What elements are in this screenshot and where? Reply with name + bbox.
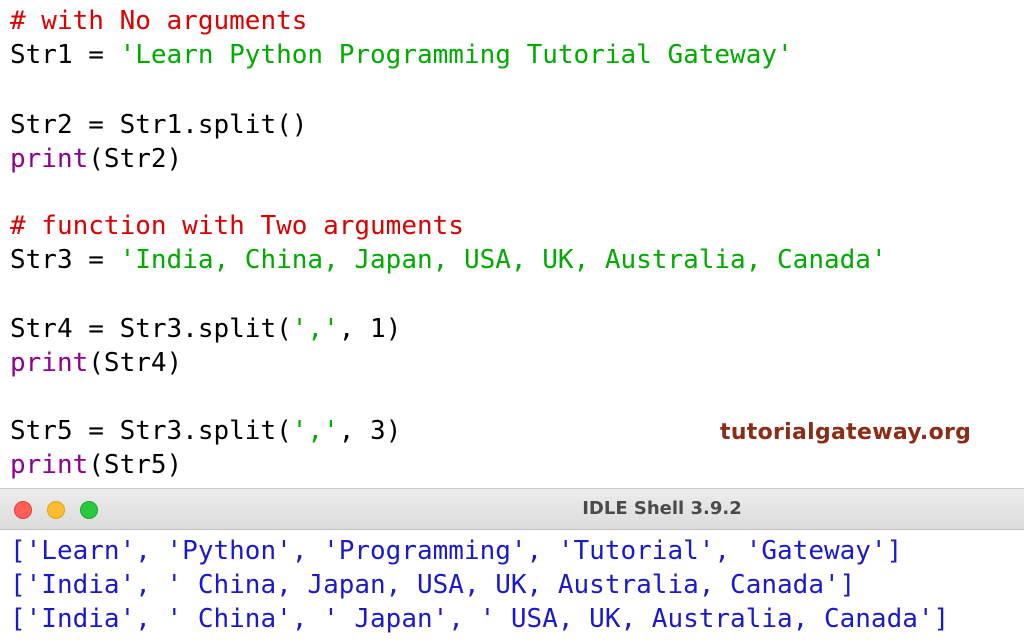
code-text: (Str4) bbox=[88, 348, 182, 378]
minimize-button[interactable] bbox=[47, 501, 65, 519]
comment: # with No arguments bbox=[10, 6, 307, 36]
code-text: Str5 = Str3.split( bbox=[10, 416, 292, 446]
code-text: Str4 = Str3.split( bbox=[10, 314, 292, 344]
watermark: tutorialgateway.org bbox=[720, 420, 971, 445]
shell-output-area[interactable]: ['Learn', 'Python', 'Programming', 'Tuto… bbox=[0, 530, 1024, 642]
comment: # function with Two arguments bbox=[10, 211, 464, 241]
code-line-7: Str4 = Str3.split(',', 1) bbox=[10, 312, 401, 346]
builtin-keyword: print bbox=[10, 450, 88, 480]
close-button[interactable] bbox=[14, 501, 32, 519]
window-title: IDLE Shell 3.9.2 bbox=[0, 489, 1024, 529]
code-text: , 3) bbox=[339, 416, 402, 446]
shell-titlebar[interactable]: IDLE Shell 3.9.2 bbox=[0, 488, 1024, 530]
output-line-2: ['India', ' China, Japan, USA, UK, Austr… bbox=[10, 568, 855, 602]
string-literal: ',' bbox=[292, 314, 339, 344]
code-text: Str2 = Str1.split() bbox=[10, 110, 307, 140]
output-line-1: ['Learn', 'Python', 'Programming', 'Tuto… bbox=[10, 534, 902, 568]
code-line-2: Str1 = 'Learn Python Programming Tutoria… bbox=[10, 38, 793, 72]
builtin-keyword: print bbox=[10, 348, 88, 378]
code-line-4: print(Str2) bbox=[10, 142, 182, 176]
code-line-3: Str2 = Str1.split() bbox=[10, 108, 307, 142]
string-literal: ',' bbox=[292, 416, 339, 446]
builtin-keyword: print bbox=[10, 144, 88, 174]
code-line-5: # function with Two arguments bbox=[10, 209, 464, 243]
code-editor[interactable]: # with No arguments Str1 = 'Learn Python… bbox=[0, 0, 1024, 486]
code-text: Str1 = bbox=[10, 40, 120, 70]
code-line-10: print(Str5) bbox=[10, 448, 182, 482]
code-line-9: Str5 = Str3.split(',', 3) bbox=[10, 414, 401, 448]
code-line-1: # with No arguments bbox=[10, 4, 307, 38]
string-literal: 'Learn Python Programming Tutorial Gatew… bbox=[120, 40, 793, 70]
code-text: , 1) bbox=[339, 314, 402, 344]
code-text: (Str2) bbox=[88, 144, 182, 174]
zoom-button[interactable] bbox=[80, 501, 98, 519]
output-line-3: ['India', ' China', ' Japan', ' USA, UK,… bbox=[10, 602, 949, 636]
code-line-8: print(Str4) bbox=[10, 346, 182, 380]
code-line-6: Str3 = 'India, China, Japan, USA, UK, Au… bbox=[10, 243, 887, 277]
string-literal: 'India, China, Japan, USA, UK, Australia… bbox=[120, 245, 887, 275]
code-text: Str3 = bbox=[10, 245, 120, 275]
code-text: (Str5) bbox=[88, 450, 182, 480]
